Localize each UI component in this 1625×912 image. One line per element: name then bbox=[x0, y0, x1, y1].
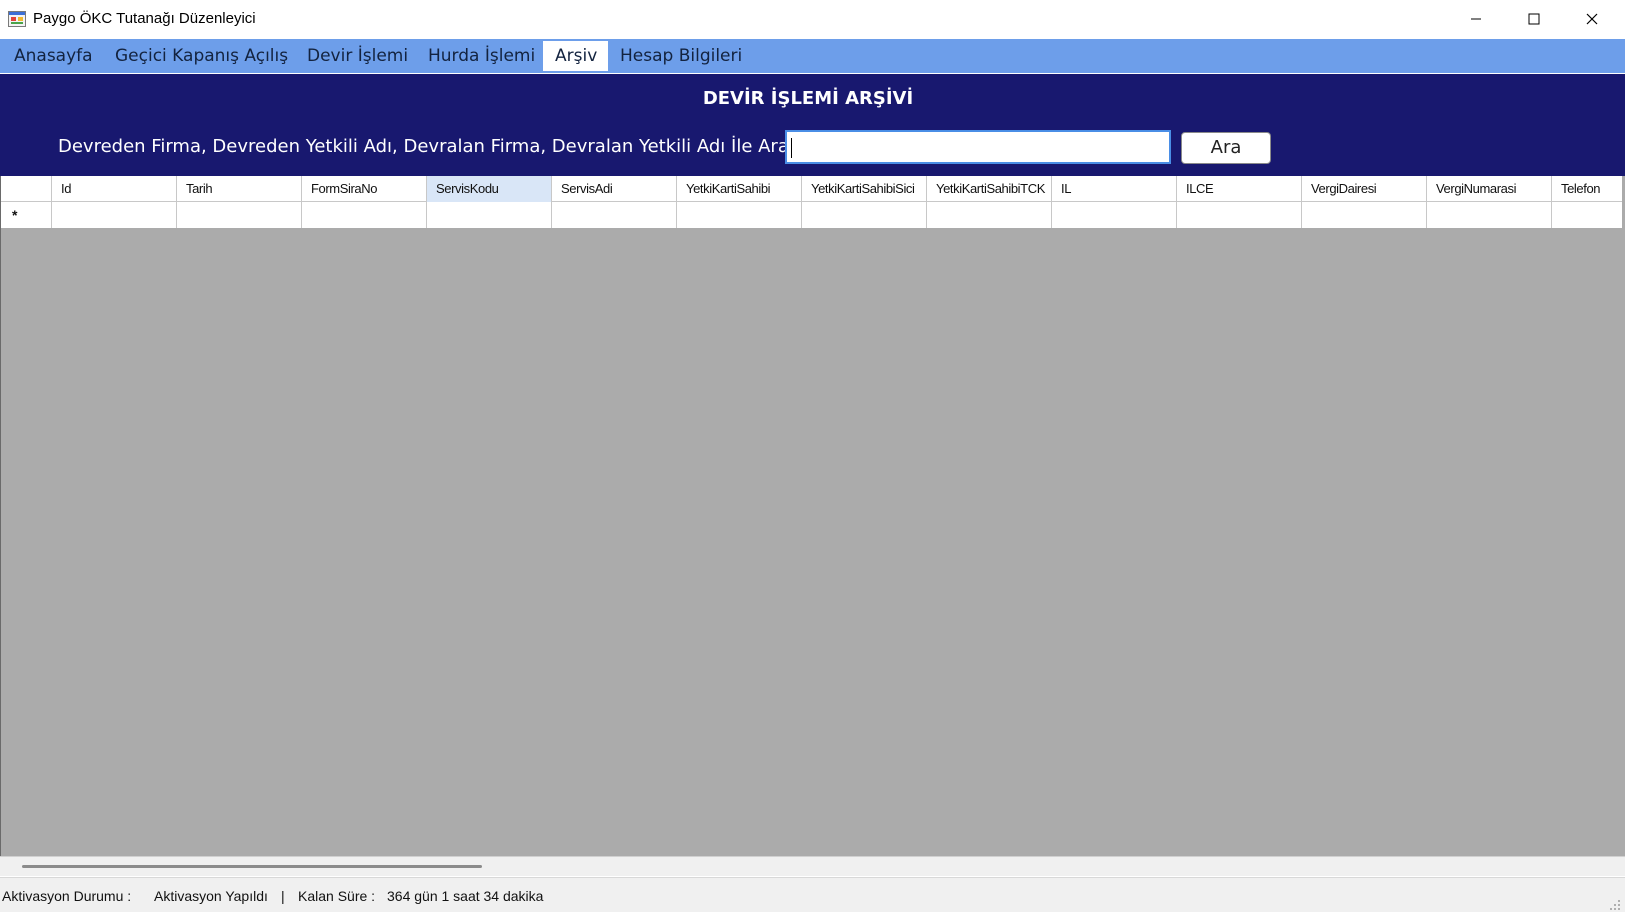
menu-item-gecici-kapanis-acilis[interactable]: Geçici Kapanış Açılış bbox=[103, 41, 300, 71]
maximize-icon bbox=[1528, 10, 1540, 29]
search-label: Devreden Firma, Devreden Yetkili Adı, De… bbox=[58, 136, 801, 157]
minimize-icon bbox=[1470, 10, 1482, 29]
status-bar: Aktivasyon Durumu : Aktivasyon Yapıldı |… bbox=[0, 877, 1625, 912]
data-grid[interactable]: Id Tarih FormSiraNo ServisKodu ServisAdi… bbox=[0, 176, 1625, 858]
menu-item-devir-islemi[interactable]: Devir İşlemi bbox=[295, 41, 420, 71]
menu-item-anasayfa[interactable]: Anasayfa bbox=[2, 41, 105, 71]
menu-item-arsiv[interactable]: Arşiv bbox=[543, 41, 608, 71]
column-header-yetkikartisahibitckn[interactable]: YetkiKartiSahibiTCK bbox=[927, 176, 1052, 202]
grid-cell[interactable] bbox=[1177, 202, 1302, 228]
minimize-button[interactable] bbox=[1447, 0, 1505, 39]
grid-cell[interactable] bbox=[52, 202, 177, 228]
grid-cell[interactable] bbox=[177, 202, 302, 228]
archive-header-panel: DEVİR İŞLEMİ ARŞİVİ Devreden Firma, Devr… bbox=[0, 74, 1625, 176]
maximize-button[interactable] bbox=[1505, 0, 1563, 39]
grid-cell[interactable] bbox=[552, 202, 677, 228]
column-header-vergi-numarasi[interactable]: VergiNumarasi bbox=[1427, 176, 1552, 202]
grid-cell[interactable] bbox=[1552, 202, 1622, 228]
remaining-time-value: 364 gün 1 saat 34 dakika bbox=[387, 888, 544, 904]
app-window: Paygo ÖKC Tutanağı Düzenleyici Anasayfa … bbox=[0, 0, 1625, 912]
search-input[interactable] bbox=[785, 130, 1171, 164]
menu-item-hurda-islemi[interactable]: Hurda İşlemi bbox=[416, 41, 547, 71]
status-separator: | bbox=[281, 888, 285, 904]
column-header-servisadi[interactable]: ServisAdi bbox=[552, 176, 677, 202]
activation-value: Aktivasyon Yapıldı bbox=[154, 888, 268, 904]
menu-item-hesap-bilgileri[interactable]: Hesap Bilgileri bbox=[608, 41, 754, 71]
new-row[interactable]: * bbox=[1, 202, 1622, 228]
menu-bar: Anasayfa Geçici Kapanış Açılış Devir İşl… bbox=[0, 39, 1625, 73]
column-header-ilce[interactable]: ILCE bbox=[1177, 176, 1302, 202]
remaining-time-label: Kalan Süre : bbox=[298, 888, 376, 904]
grid-cell[interactable] bbox=[302, 202, 427, 228]
grid-cell[interactable] bbox=[1427, 202, 1552, 228]
grid-cell[interactable] bbox=[427, 202, 552, 228]
column-header-serviskodu[interactable]: ServisKodu bbox=[427, 176, 552, 202]
scrollbar-thumb[interactable] bbox=[22, 865, 482, 868]
app-form-icon bbox=[8, 11, 26, 27]
horizontal-scrollbar[interactable] bbox=[0, 856, 1625, 876]
row-header-corner[interactable] bbox=[1, 176, 52, 202]
grid-cell[interactable] bbox=[802, 202, 927, 228]
close-icon bbox=[1586, 10, 1598, 29]
column-header-yetkikartisahibisicil[interactable]: YetkiKartiSahibiSici bbox=[802, 176, 927, 202]
new-row-marker: * bbox=[12, 207, 18, 223]
text-caret bbox=[791, 138, 792, 158]
grid-cell[interactable] bbox=[677, 202, 802, 228]
column-header-il[interactable]: IL bbox=[1052, 176, 1177, 202]
column-header-yetkikartisahibi[interactable]: YetkiKartiSahibi bbox=[677, 176, 802, 202]
page-title: DEVİR İŞLEMİ ARŞİVİ bbox=[702, 88, 914, 109]
column-header-formsirano[interactable]: FormSiraNo bbox=[302, 176, 427, 202]
grid-cell[interactable] bbox=[927, 202, 1052, 228]
column-header-tarih[interactable]: Tarih bbox=[177, 176, 302, 202]
column-header-telefon[interactable]: Telefon bbox=[1552, 176, 1622, 202]
resize-grip-icon[interactable] bbox=[1609, 896, 1621, 910]
close-button[interactable] bbox=[1563, 0, 1621, 39]
grid-cell[interactable] bbox=[1302, 202, 1427, 228]
row-header-new[interactable]: * bbox=[1, 202, 52, 228]
column-header-id[interactable]: Id bbox=[52, 176, 177, 202]
activation-label: Aktivasyon Durumu : bbox=[2, 888, 132, 904]
title-bar[interactable]: Paygo ÖKC Tutanağı Düzenleyici bbox=[0, 0, 1625, 39]
column-header-vergidairesi[interactable]: VergiDairesi bbox=[1302, 176, 1427, 202]
grid-header-row: Id Tarih FormSiraNo ServisKodu ServisAdi… bbox=[1, 176, 1622, 202]
grid-cell[interactable] bbox=[1052, 202, 1177, 228]
window-title: Paygo ÖKC Tutanağı Düzenleyici bbox=[33, 10, 256, 27]
search-button[interactable]: Ara bbox=[1181, 132, 1271, 164]
